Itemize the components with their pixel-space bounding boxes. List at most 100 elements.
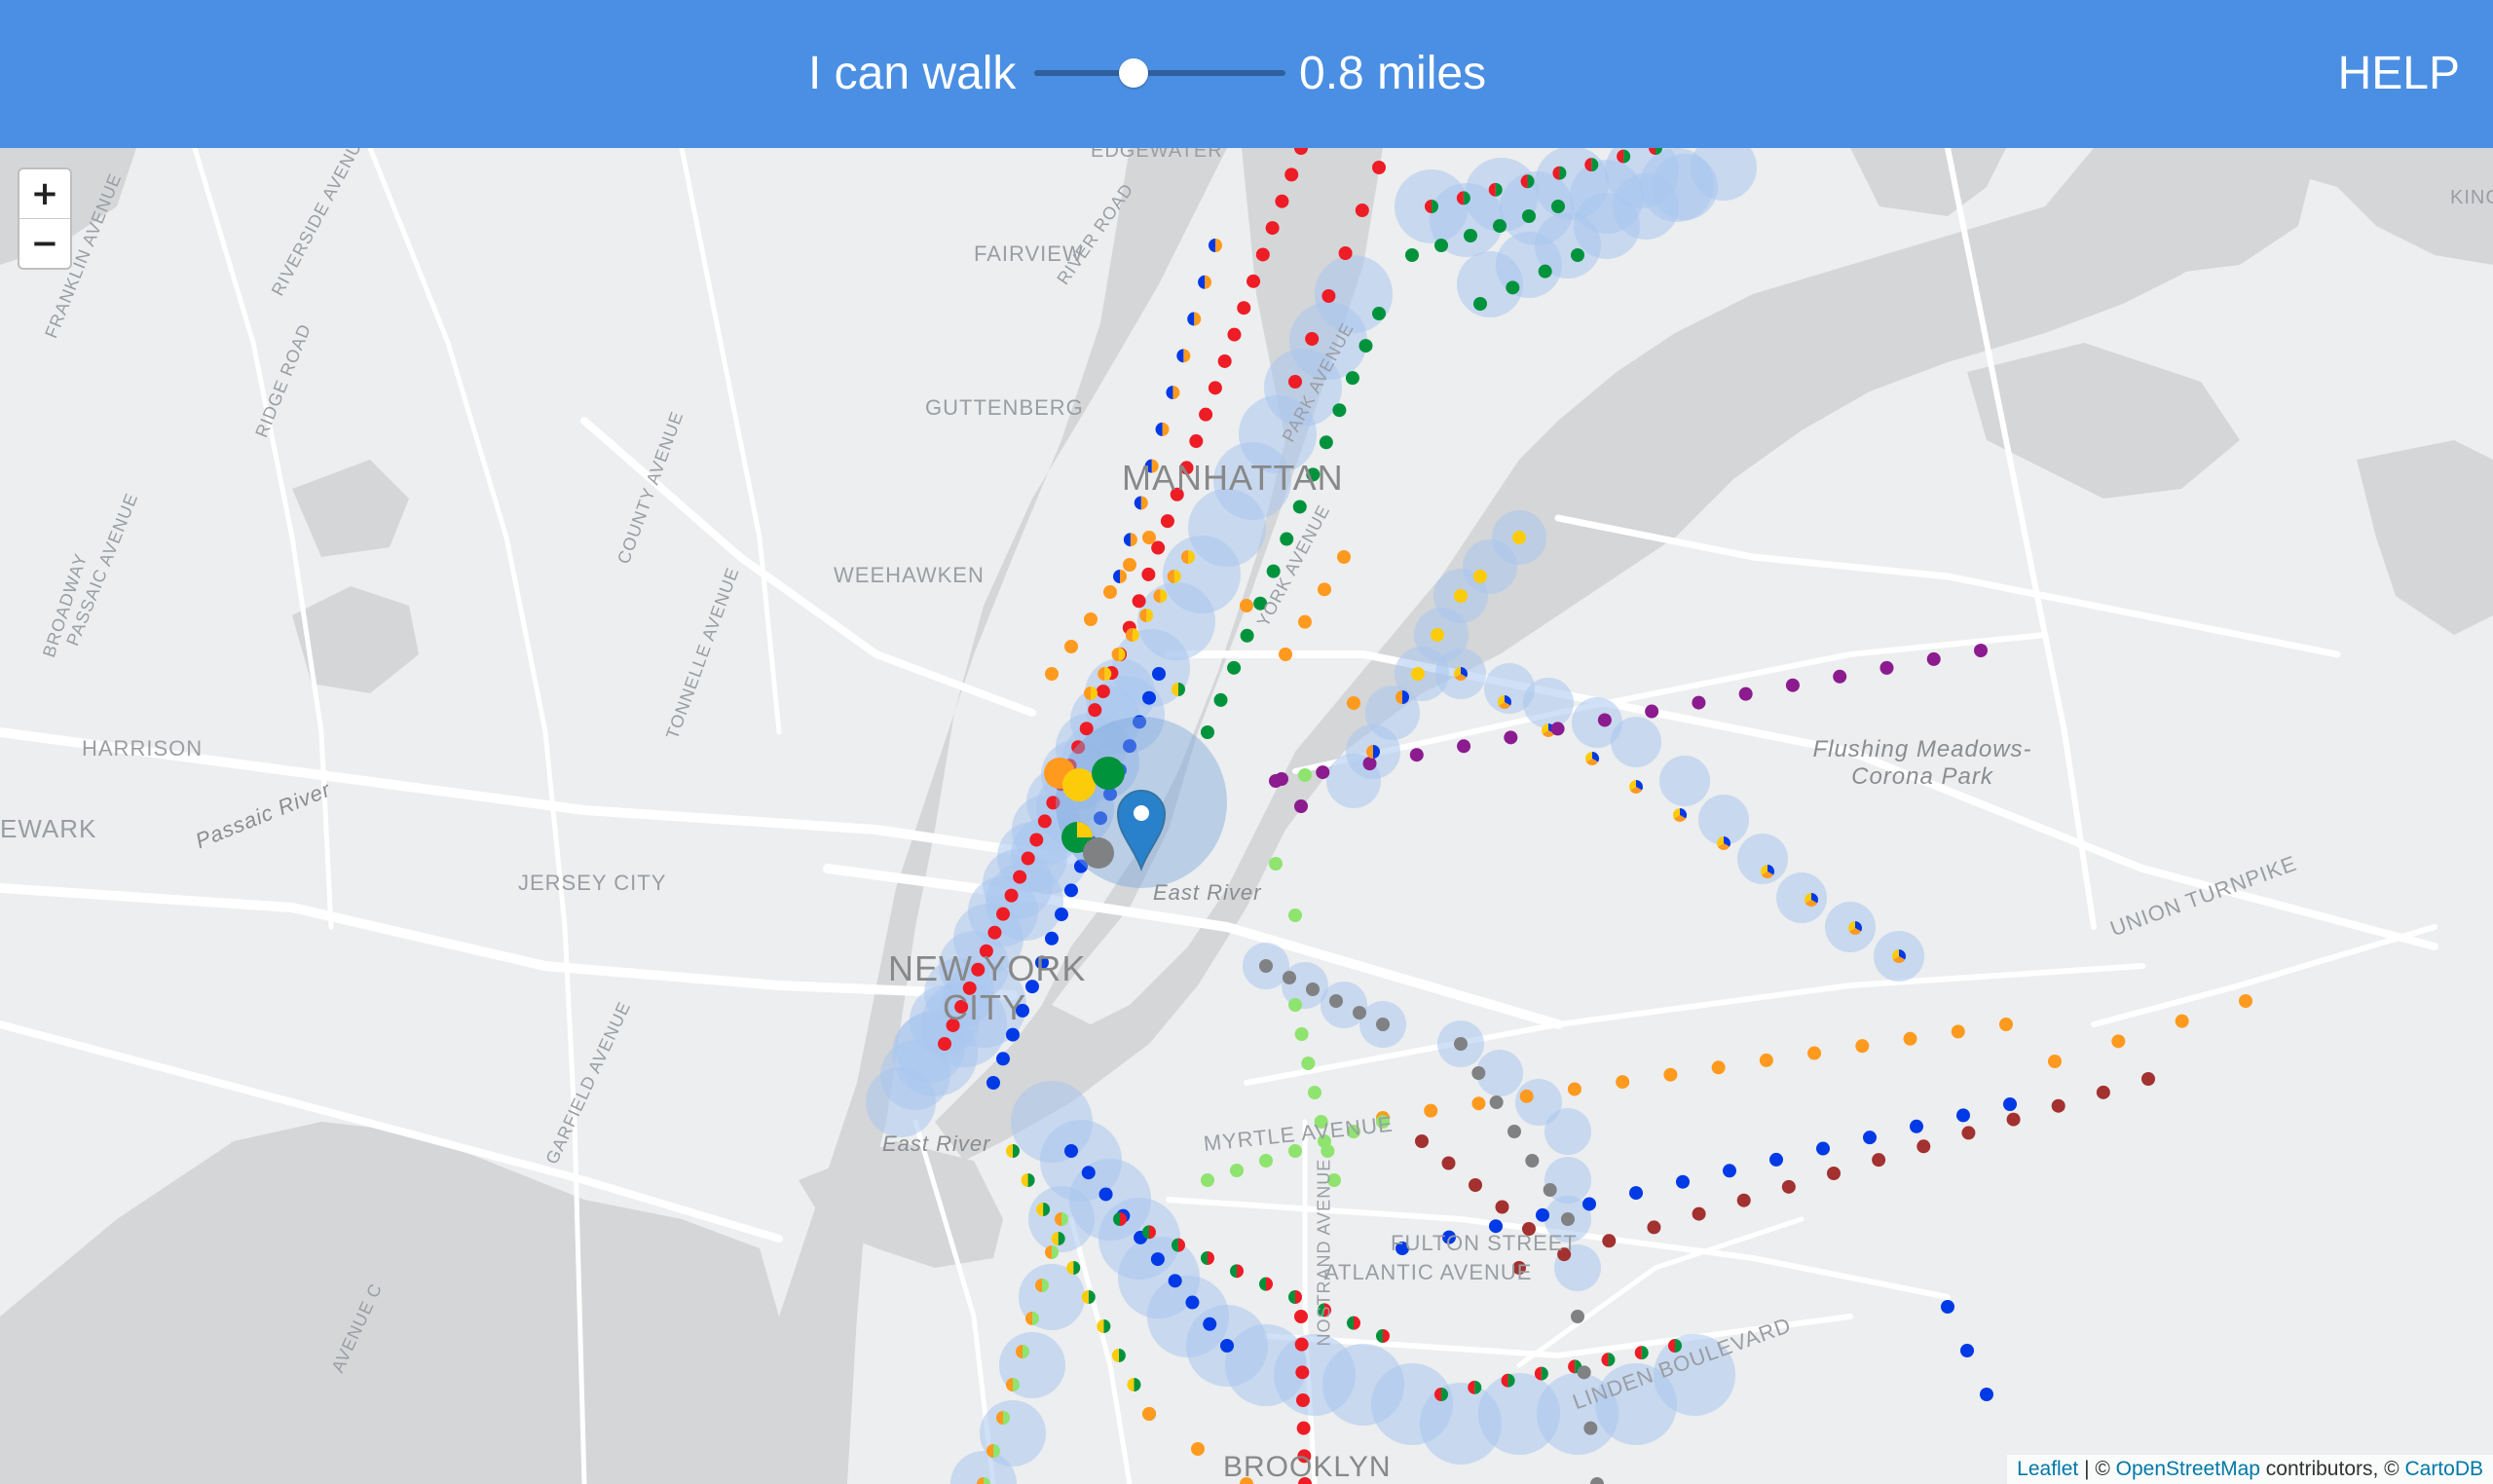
station-multi[interactable] [1209, 239, 1222, 252]
station-purple[interactable] [1974, 644, 1988, 657]
station-lightgreen[interactable] [1308, 1086, 1321, 1099]
station-multi[interactable] [1127, 1378, 1141, 1391]
station-gray[interactable] [1306, 983, 1320, 996]
station-blue[interactable] [1098, 1187, 1113, 1202]
station-red[interactable] [1160, 514, 1174, 529]
station-blue[interactable] [1006, 1027, 1020, 1042]
station-gray[interactable] [1561, 1212, 1575, 1226]
station-purple[interactable] [1879, 660, 1894, 675]
station-multi[interactable] [1055, 1212, 1068, 1226]
station-blue[interactable] [1536, 1207, 1549, 1222]
station-orange[interactable] [1807, 1046, 1822, 1060]
station-lightgreen[interactable] [1269, 857, 1283, 871]
station-multi[interactable] [1629, 780, 1643, 794]
station-brown[interactable] [1495, 1200, 1509, 1214]
station-multi[interactable] [1454, 667, 1469, 681]
station-multi[interactable] [1006, 1144, 1020, 1158]
station-gray[interactable] [1577, 1365, 1591, 1380]
station-gray[interactable] [1376, 1018, 1390, 1031]
station-blue[interactable] [1980, 1388, 1993, 1401]
station-brown[interactable] [1872, 1153, 1886, 1168]
station-orange[interactable] [2175, 1014, 2189, 1028]
station-multi[interactable] [1111, 1349, 1126, 1362]
station-lightgreen[interactable] [1298, 768, 1312, 782]
station-multi[interactable] [1153, 589, 1168, 603]
station-multi[interactable] [1376, 1329, 1390, 1343]
station-red[interactable] [1284, 167, 1299, 182]
station-red[interactable] [1305, 332, 1320, 346]
station-purple[interactable] [1645, 704, 1659, 719]
station-orange[interactable] [2048, 1055, 2062, 1068]
station-multi[interactable] [1366, 745, 1380, 759]
station-brown[interactable] [1781, 1179, 1796, 1194]
station-multi[interactable] [1021, 1173, 1035, 1187]
map[interactable]: MANHATTAN NEW YORK CITY BROOKLYN JERSEY … [0, 148, 2493, 1484]
station-purple[interactable] [1362, 757, 1377, 771]
station-lightgreen[interactable] [1259, 1154, 1273, 1168]
station-red[interactable] [1296, 1421, 1311, 1435]
station-brown[interactable] [2096, 1085, 2110, 1099]
station-blue[interactable] [2003, 1097, 2017, 1111]
station-orange[interactable] [1347, 696, 1360, 710]
station-brown[interactable] [1827, 1167, 1841, 1180]
station-multi[interactable] [1434, 1388, 1448, 1401]
station-green[interactable] [1473, 297, 1487, 311]
station-orange[interactable] [1663, 1067, 1678, 1082]
station-green[interactable] [1551, 200, 1565, 213]
station-brown[interactable] [1469, 1178, 1482, 1192]
station-multi[interactable] [996, 1411, 1010, 1425]
station-green[interactable] [1464, 229, 1477, 242]
station-green[interactable] [1538, 264, 1552, 278]
station-lightgreen[interactable] [1288, 998, 1302, 1012]
station-blue[interactable] [1676, 1174, 1690, 1189]
station-multi[interactable] [1584, 158, 1599, 172]
station-multi[interactable] [986, 1444, 1000, 1458]
station-multi[interactable] [1259, 1277, 1273, 1291]
station-multi[interactable] [1066, 1261, 1081, 1275]
station-red[interactable] [1132, 594, 1146, 609]
station-multi[interactable] [1488, 182, 1503, 197]
station-multi[interactable] [1425, 200, 1438, 213]
station-multi[interactable] [1892, 949, 1906, 964]
station-multi[interactable] [1006, 1378, 1020, 1391]
station-multi[interactable] [1051, 1232, 1065, 1245]
station-red[interactable] [1275, 194, 1289, 208]
station-multi[interactable] [1113, 570, 1127, 583]
station-blue[interactable] [1045, 931, 1059, 946]
station-gray[interactable] [1283, 971, 1296, 984]
station-multi[interactable] [1025, 1312, 1039, 1325]
station-nearby-yellow[interactable] [1062, 768, 1096, 801]
station-red[interactable] [1199, 407, 1213, 422]
station-green[interactable] [1201, 725, 1214, 739]
station-blue[interactable] [1064, 883, 1078, 898]
station-multi[interactable] [1288, 1290, 1302, 1304]
station-orange[interactable] [1142, 1407, 1156, 1421]
station-blue[interactable] [1582, 1197, 1596, 1211]
station-blue[interactable] [1960, 1344, 1974, 1357]
station-red[interactable] [1294, 1337, 1309, 1352]
station-blue[interactable] [1863, 1131, 1877, 1145]
station-multi[interactable] [1097, 1319, 1111, 1333]
station-blue[interactable] [1220, 1339, 1234, 1353]
station-red[interactable] [1217, 353, 1232, 368]
station-nearby-green[interactable] [1092, 757, 1125, 790]
station-green[interactable] [1227, 660, 1242, 675]
station-yellow[interactable] [1454, 589, 1468, 603]
station-red[interactable] [1355, 204, 1369, 217]
station-red[interactable] [1088, 703, 1102, 718]
station-multi[interactable] [1111, 648, 1126, 661]
station-purple[interactable] [1926, 651, 1941, 666]
station-green[interactable] [1434, 239, 1448, 252]
station-red[interactable] [987, 925, 1002, 940]
station-purple[interactable] [1597, 713, 1612, 727]
station-multi[interactable] [1198, 275, 1212, 289]
station-orange[interactable] [2111, 1034, 2126, 1049]
station-green[interactable] [1213, 692, 1228, 707]
station-multi[interactable] [1456, 191, 1470, 205]
station-green[interactable] [1358, 339, 1373, 353]
station-orange[interactable] [1616, 1075, 1630, 1090]
walk-distance-slider[interactable] [1034, 70, 1285, 76]
station-blue[interactable] [1142, 690, 1156, 705]
station-blue[interactable] [1956, 1108, 1970, 1123]
station-multi[interactable] [1035, 1279, 1049, 1292]
